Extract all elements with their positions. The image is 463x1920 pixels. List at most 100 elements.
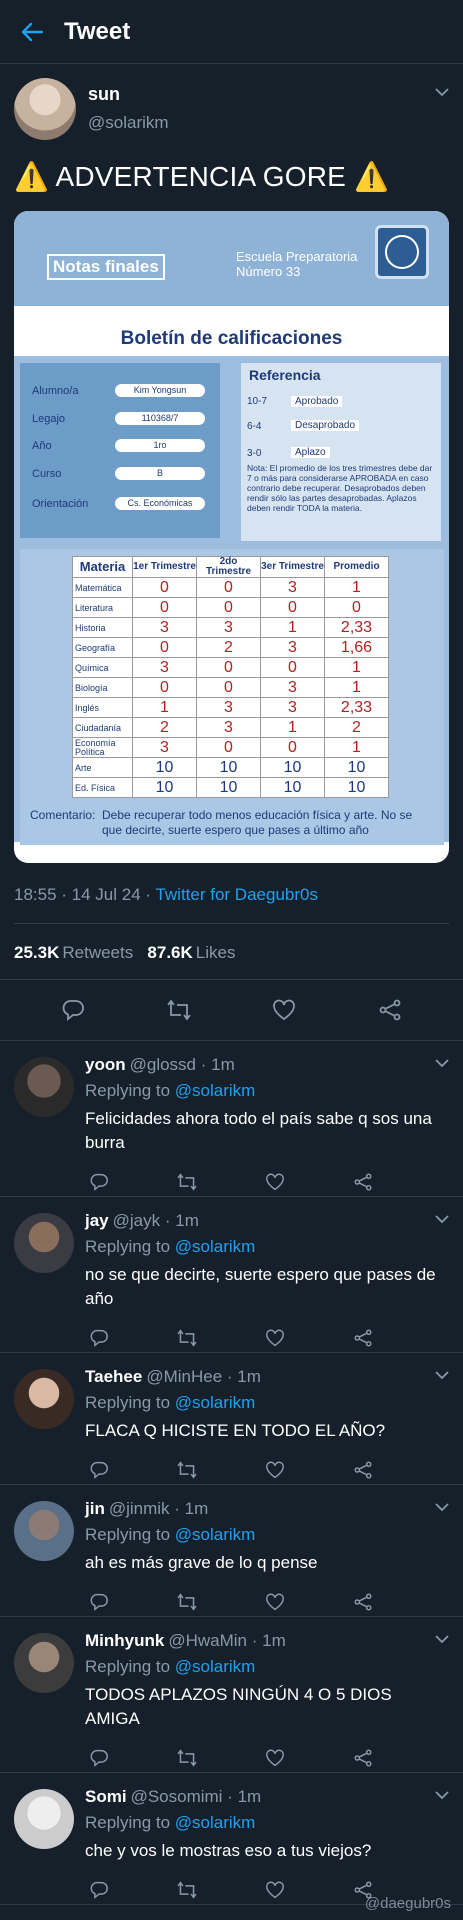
replying-to-handle[interactable]: @solarikm [175,1081,256,1100]
reply-icon[interactable] [86,1877,112,1903]
reply-author-name[interactable]: yoon [85,1055,126,1074]
tweet-meta: 18:55 · 14 Jul 24 · Twitter for Daegubr0… [14,885,449,905]
subject-cell: Historia [72,617,133,638]
reply-author-name[interactable]: Taehee [85,1367,142,1386]
chevron-down-icon[interactable] [435,1055,449,1071]
chevron-down-icon[interactable] [435,1211,449,1227]
field-label: Legajo [32,413,66,425]
reply-icon[interactable] [86,1589,112,1615]
avatar[interactable] [14,1633,74,1693]
like-icon[interactable] [262,1457,288,1483]
replying-to-label: Replying to [85,1813,175,1832]
likes-label[interactable]: Likes [196,943,236,962]
reply-tweet[interactable]: jay @jayk · 1m Replying to @solarikm no s… [0,1197,463,1353]
replying-to-handle[interactable]: @solarikm [175,1525,256,1544]
grade-cell: 3 [260,637,325,658]
reply-author-name[interactable]: jay [85,1211,109,1230]
retweet-count[interactable]: 25.3K [14,943,59,962]
grade-cell: 0 [196,737,261,758]
reply-author-handle[interactable]: @MinHee [146,1367,222,1386]
replying-to-handle[interactable]: @solarikm [175,1657,256,1676]
avatar[interactable] [14,78,76,140]
average-cell: 0 [324,597,389,618]
chevron-down-icon[interactable] [435,1787,449,1803]
like-count[interactable]: 87.6K [147,943,192,962]
reply-icon[interactable] [86,1169,112,1195]
replying-to-handle[interactable]: @solarikm [175,1813,256,1832]
like-icon[interactable] [262,1589,288,1615]
chevron-down-icon[interactable] [435,1367,449,1383]
report-card-image[interactable]: Notas finales Escuela Preparatoria Número… [14,211,449,863]
table-row: Geografía 0 2 3 1,66 [72,637,389,658]
share-icon[interactable] [377,997,403,1023]
chevron-down-icon[interactable] [435,1631,449,1647]
reply-author-name[interactable]: Minhyunk [85,1631,164,1650]
like-icon[interactable] [262,1169,288,1195]
reply-icon[interactable] [86,1745,112,1771]
tweet-client-link[interactable]: Twitter for Daegubr0s [155,885,318,904]
author-name[interactable]: sun [88,84,169,105]
table-row: Literatura 0 0 0 0 [72,597,389,618]
ref-range: 3-0 [247,448,262,459]
grade-cell: 3 [132,617,197,638]
reply-tweet[interactable]: Minhyunk @HwaMin · 1m Replying to @solari… [0,1617,463,1773]
retweet-icon[interactable] [174,1877,200,1903]
retweet-icon[interactable] [174,1325,200,1351]
share-icon[interactable] [350,1589,376,1615]
share-icon[interactable] [350,1457,376,1483]
reply-tweet[interactable]: Somi @Sosomimi · 1m Replying to @solarikm… [0,1773,463,1905]
chevron-down-icon[interactable] [435,1499,449,1515]
reply-text: Felicidades ahora todo el país sabe q so… [85,1109,432,1152]
reply-icon[interactable] [60,997,86,1023]
reply-tweet[interactable]: yoon @glossd · 1m Replying to @solarikm F… [0,1041,463,1197]
column-header: Promedio [324,556,389,578]
like-icon[interactable] [262,1745,288,1771]
like-icon[interactable] [262,1325,288,1351]
field-value: 110368/7 [115,412,205,425]
reply-author-handle[interactable]: @jayk [113,1211,161,1230]
retweet-icon[interactable] [174,1457,200,1483]
average-cell: 1 [324,737,389,758]
share-icon[interactable] [350,1169,376,1195]
back-arrow-icon[interactable] [0,22,64,42]
page-title: Tweet [64,17,131,45]
retweets-label[interactable]: Retweets [62,943,133,962]
retweet-icon[interactable] [174,1169,200,1195]
replying-to-handle[interactable]: @solarikm [175,1393,256,1412]
share-icon[interactable] [350,1745,376,1771]
subject-cell: Literatura [72,597,133,618]
reply-author-name[interactable]: Somi [85,1787,127,1806]
like-icon[interactable] [262,1877,288,1903]
avatar[interactable] [14,1789,74,1849]
reply-author-name[interactable]: jin [85,1499,105,1518]
chevron-down-icon[interactable] [435,84,449,102]
avatar[interactable] [14,1057,74,1117]
replying-to-handle[interactable]: @solarikm [175,1237,256,1256]
reply-icon[interactable] [86,1325,112,1351]
reply-icon[interactable] [86,1457,112,1483]
reply-author-handle[interactable]: @glossd [130,1055,196,1074]
table-row: Matemática 0 0 3 1 [72,577,389,598]
grade-cell: 3 [196,617,261,638]
avatar[interactable] [14,1213,74,1273]
avatar[interactable] [14,1369,74,1429]
reply-author-handle[interactable]: @jinmik [109,1499,170,1518]
reply-author-handle[interactable]: @Sosomimi [131,1787,223,1806]
author-handle[interactable]: @solarikm [88,113,169,133]
grade-cell: 0 [260,597,325,618]
top-bar: Tweet [0,0,463,64]
retweet-icon[interactable] [174,1745,200,1771]
share-icon[interactable] [350,1325,376,1351]
reply-author-handle[interactable]: @HwaMin [168,1631,247,1650]
avatar[interactable] [14,1501,74,1561]
tweet-text: ⚠️ ADVERTENCIA GORE ⚠️ [14,161,390,192]
student-info-card: Alumno/a Kim Yongsun Legajo 110368/7 Año… [20,363,220,538]
retweet-icon[interactable] [166,997,192,1023]
grade-cell: 0 [196,597,261,618]
reply-tweet[interactable]: Taehee @MinHee · 1m Replying to @solarikm… [0,1353,463,1485]
like-icon[interactable] [271,997,297,1023]
grades-table: Materia 1er Trimestre 2do Trimestre 3er … [72,556,389,798]
reply-tweet[interactable]: jin @jinmik · 1m Replying to @solarikm ah… [0,1485,463,1617]
retweet-icon[interactable] [174,1589,200,1615]
reply-time: · 1m [227,1787,262,1806]
